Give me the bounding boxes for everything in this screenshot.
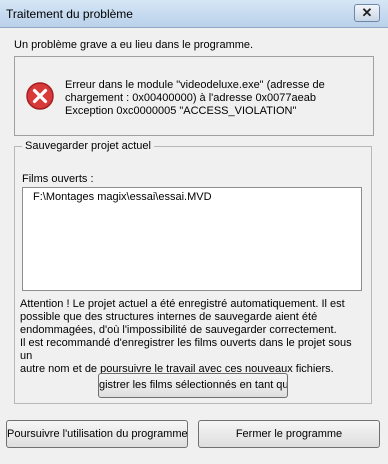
continue-program-button[interactable]: Poursuivre l'utilisation du programme — [6, 420, 188, 448]
error-line-2: chargement : 0x00400000) à l'adresse 0x0… — [65, 92, 317, 104]
close-program-button[interactable]: Fermer le programme — [198, 420, 380, 448]
error-details-box: Erreur dans le module "videodeluxe.exe" … — [14, 56, 374, 136]
title-bar: Traitement du problème ✕ — [0, 0, 388, 28]
window-title: Traitement du problème — [6, 7, 133, 21]
list-item[interactable]: F:\Montages magix\essai\essai.MVD — [33, 191, 212, 203]
error-icon — [26, 82, 54, 110]
close-icon: ✕ — [361, 5, 373, 20]
error-line-1: Erreur dans le module "videodeluxe.exe" … — [65, 79, 325, 91]
error-message: Erreur dans le module "videodeluxe.exe" … — [65, 79, 365, 118]
warning-line: possible que des structures internes de … — [20, 311, 318, 323]
open-films-label: Films ouverts : — [22, 173, 94, 185]
error-line-3: Exception 0xc0000005 "ACCESS_VIOLATION" — [65, 105, 297, 117]
warning-line: Il est recommandé d'enregistrer les film… — [20, 337, 352, 362]
intro-message: Un problème grave a eu lieu dans le prog… — [14, 39, 254, 51]
open-films-list[interactable]: F:\Montages magix\essai\essai.MVD — [22, 187, 362, 291]
warning-message: Attention ! Le projet actuel a été enreg… — [20, 298, 360, 376]
warning-line: endommagées, d'où l'impossibilité de sau… — [20, 324, 337, 336]
save-selected-films-button[interactable]: gistrer les films sélectionnés en tant q… — [98, 373, 288, 398]
warning-line: Attention ! Le projet actuel a été enreg… — [20, 298, 345, 310]
close-window-button[interactable]: ✕ — [354, 4, 380, 22]
save-project-legend: Sauvegarder projet actuel — [22, 140, 154, 152]
